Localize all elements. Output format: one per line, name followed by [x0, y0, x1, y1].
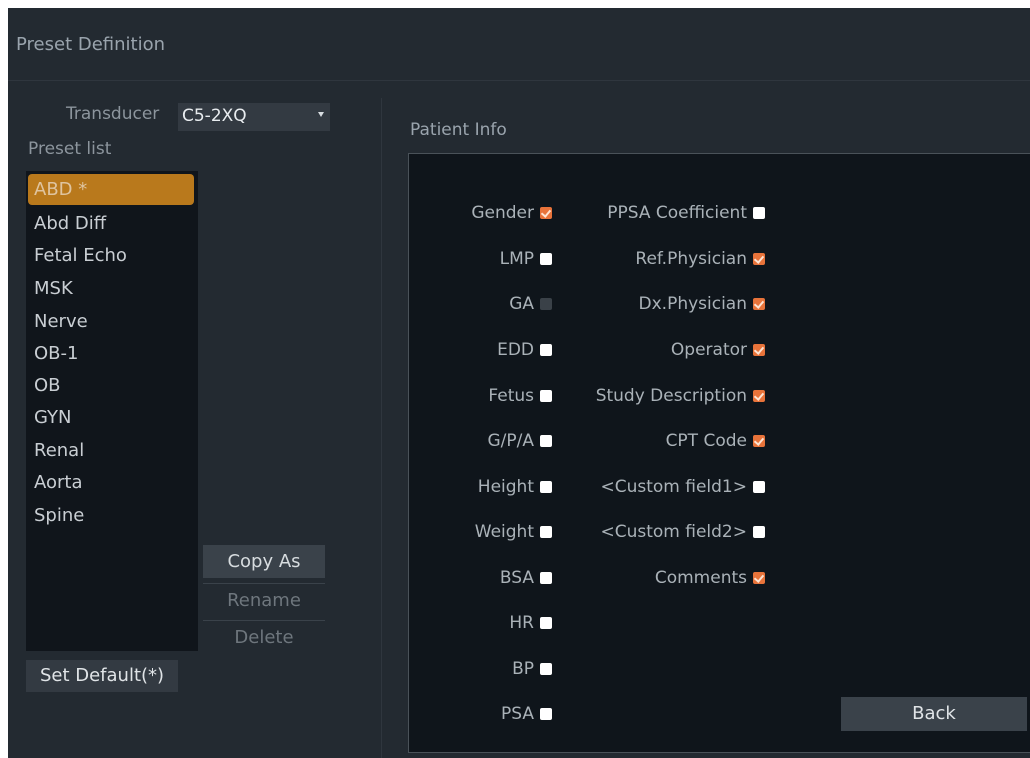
checkbox[interactable]: [540, 344, 552, 356]
checkbox[interactable]: [753, 344, 765, 356]
field-label: G/P/A: [487, 431, 534, 451]
field-label: Study Description: [595, 386, 747, 406]
field-height[interactable]: Height: [478, 477, 552, 499]
checkbox[interactable]: [540, 526, 552, 538]
checkbox[interactable]: [753, 435, 765, 447]
checkbox[interactable]: [540, 390, 552, 402]
transducer-label: Transducer: [66, 104, 160, 124]
field-label: EDD: [497, 340, 534, 360]
field-label: Operator: [670, 340, 747, 360]
checkbox[interactable]: [753, 526, 765, 538]
field-label: BP: [512, 659, 534, 679]
field-label: HR: [509, 613, 534, 633]
preset-item[interactable]: OB-1: [28, 338, 194, 369]
field-bsa[interactable]: BSA: [500, 568, 552, 590]
preset-definition-window: Preset Definition Transducer C5-2XQ Pres…: [8, 8, 1030, 758]
field-dx-physician[interactable]: Dx.Physician: [639, 294, 765, 316]
field-label: PSA: [501, 704, 534, 724]
preset-item[interactable]: GYN: [28, 402, 194, 433]
patient-info-panel: Gender LMP GA EDD Fetus G/P/A Height Wei…: [408, 153, 1030, 753]
checkbox[interactable]: [753, 390, 765, 402]
chevron-down-icon: [318, 112, 324, 117]
preset-item[interactable]: Nerve: [28, 306, 194, 337]
field-label: CPT Code: [665, 431, 747, 451]
vertical-divider: [381, 98, 382, 758]
field-cpt-code[interactable]: CPT Code: [666, 431, 765, 453]
field-fetus[interactable]: Fetus: [488, 386, 552, 408]
field-hr[interactable]: HR: [509, 613, 552, 635]
preset-item[interactable]: Abd Diff: [28, 208, 194, 239]
preset-item[interactable]: Aorta: [28, 467, 194, 498]
preset-item[interactable]: ABD *: [28, 174, 194, 205]
field-label: <Custom field2>: [600, 522, 747, 542]
preset-item[interactable]: Renal: [28, 435, 194, 466]
field-label: <Custom field1>: [600, 477, 747, 497]
preset-item[interactable]: Fetal Echo: [28, 240, 194, 271]
field-label: Comments: [654, 568, 747, 588]
title-divider: [8, 80, 1030, 81]
preset-item[interactable]: OB: [28, 370, 194, 401]
field-custom-field2[interactable]: <Custom field2>: [600, 522, 765, 544]
field-weight[interactable]: Weight: [475, 522, 552, 544]
field-custom-field1[interactable]: <Custom field1>: [600, 477, 765, 499]
field-label: Gender: [471, 203, 534, 223]
checkbox[interactable]: [540, 207, 552, 219]
preset-list[interactable]: ABD * Abd Diff Fetal Echo MSK Nerve OB-1…: [26, 171, 198, 651]
checkbox[interactable]: [540, 663, 552, 675]
preset-item[interactable]: Spine: [28, 500, 194, 531]
field-edd[interactable]: EDD: [497, 340, 552, 362]
checkbox[interactable]: [753, 253, 765, 265]
checkbox[interactable]: [540, 253, 552, 265]
checkbox-disabled: [540, 298, 552, 310]
patient-info-title: Patient Info: [410, 120, 507, 140]
copy-as-button[interactable]: Copy As: [203, 545, 325, 578]
field-operator[interactable]: Operator: [671, 340, 765, 362]
checkbox[interactable]: [540, 708, 552, 720]
field-ga: GA: [509, 294, 552, 316]
field-study-description[interactable]: Study Description: [596, 386, 765, 408]
checkbox[interactable]: [753, 298, 765, 310]
checkbox[interactable]: [540, 572, 552, 584]
field-label: BSA: [499, 568, 534, 588]
field-comments[interactable]: Comments: [655, 568, 765, 590]
field-label: Fetus: [488, 386, 534, 406]
field-label: Dx.Physician: [638, 294, 747, 314]
window-title: Preset Definition: [16, 34, 166, 55]
delete-button[interactable]: Delete: [203, 620, 325, 654]
field-label: Weight: [474, 522, 534, 542]
set-default-button[interactable]: Set Default(*): [26, 660, 178, 692]
field-gender[interactable]: Gender: [471, 203, 552, 225]
field-label: LMP: [499, 249, 534, 269]
checkbox[interactable]: [753, 481, 765, 493]
back-button[interactable]: Back: [841, 697, 1027, 731]
field-label: GA: [509, 294, 534, 314]
transducer-value: C5-2XQ: [182, 106, 247, 126]
preset-list-label: Preset list: [28, 139, 112, 159]
checkbox[interactable]: [540, 435, 552, 447]
checkbox[interactable]: [540, 617, 552, 629]
field-bp[interactable]: BP: [512, 659, 552, 681]
transducer-select[interactable]: C5-2XQ: [178, 103, 330, 131]
field-psa[interactable]: PSA: [501, 704, 552, 726]
field-label: Height: [477, 477, 534, 497]
checkbox[interactable]: [753, 207, 765, 219]
rename-button[interactable]: Rename: [203, 583, 325, 617]
field-label: Ref.Physician: [635, 249, 747, 269]
checkbox[interactable]: [540, 481, 552, 493]
field-lmp[interactable]: LMP: [500, 249, 552, 271]
field-ref-physician[interactable]: Ref.Physician: [635, 249, 765, 271]
preset-item[interactable]: MSK: [28, 273, 194, 304]
checkbox[interactable]: [753, 572, 765, 584]
field-gpa[interactable]: G/P/A: [487, 431, 552, 453]
field-ppsa-coefficient[interactable]: PPSA Coefficient: [607, 203, 765, 225]
field-label: PPSA Coefficient: [607, 203, 747, 223]
